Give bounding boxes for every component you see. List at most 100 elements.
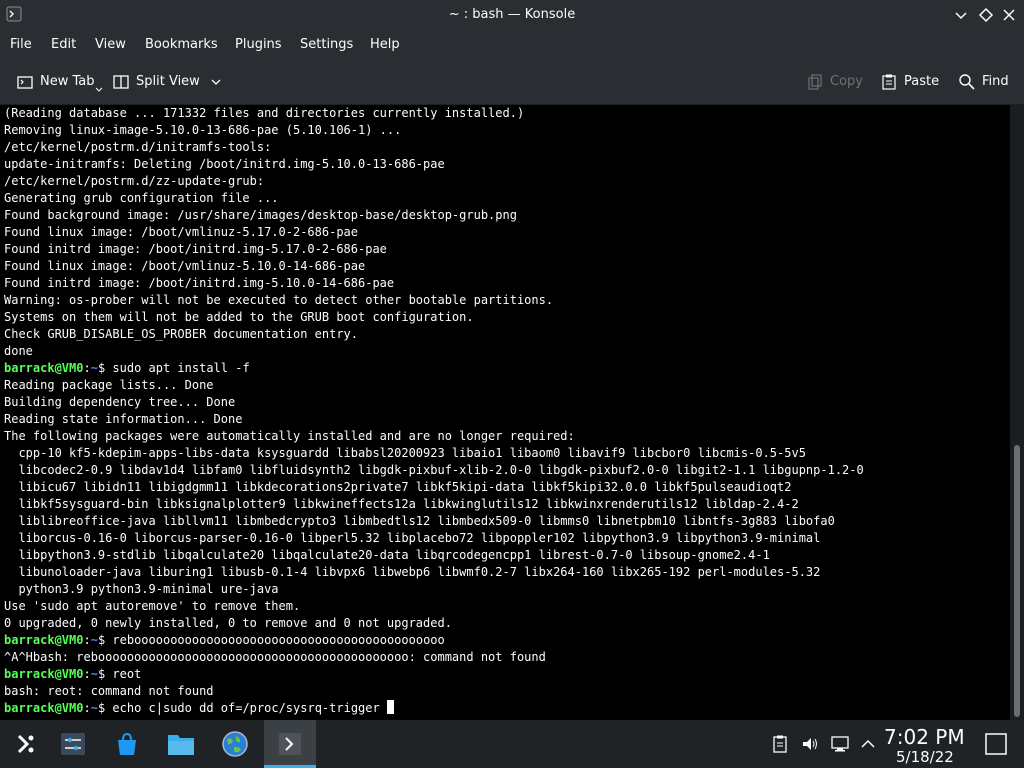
terminal-line-text: Reading package lists... Done (4, 378, 214, 392)
prompt-user: barrack@VM0 (4, 633, 84, 647)
volume-icon[interactable] (800, 734, 820, 754)
terminal-line-text: libunoloader-java liburing1 libusb-0.1-4… (4, 565, 821, 579)
split-view-icon (113, 74, 129, 89)
terminal-line-text: Found linux image: /boot/vmlinuz-5.10.0-… (4, 259, 366, 273)
prompt-colon: : (83, 667, 91, 681)
terminal-line: Reading state information... Done (4, 411, 1010, 428)
terminal-line-text: Found background image: /usr/share/image… (4, 208, 517, 222)
new-tab-label: New Tab (40, 74, 95, 89)
paste-icon (882, 74, 896, 90)
terminal-line-text: 0 upgraded, 0 newly installed, 0 to remo… (4, 616, 452, 630)
terminal-line-text: Generating grub configuration file ... (4, 191, 279, 205)
prompt-user: barrack@VM0 (4, 667, 84, 681)
terminal-line: Systems on them will not be added to the… (4, 309, 1010, 326)
menu-help[interactable]: Help (370, 37, 400, 52)
copy-button[interactable]: Copy (806, 59, 863, 104)
terminal-line-text: Found linux image: /boot/vmlinuz-5.17.0-… (4, 225, 359, 239)
terminal-line-text: sudo apt install -f (105, 361, 250, 375)
minimize-icon[interactable] (951, 5, 971, 25)
web-browser-icon[interactable] (210, 720, 260, 768)
terminal-line-text: reot (105, 667, 142, 681)
terminal-line: update-initramfs: Deleting /boot/initrd.… (4, 156, 1010, 173)
terminal-line: liblibreoffice-java libllvm11 libmbedcry… (4, 513, 1010, 530)
file-manager-icon[interactable] (156, 720, 206, 768)
window-titlebar[interactable]: ~ : bash — Konsole (0, 0, 1024, 30)
terminal-line-text: Reading state information... Done (4, 412, 243, 426)
clipboard-icon[interactable] (770, 734, 790, 754)
find-label: Find (982, 74, 1009, 89)
terminal-line-text: libkf5sysguard-bin libksignalplotter9 li… (4, 497, 799, 511)
terminal-line-text: rebooooooooooooooooooooooooooooooooooooo… (105, 633, 445, 647)
split-view-button[interactable]: Split View (112, 59, 228, 104)
menu-edit[interactable]: Edit (51, 37, 76, 52)
terminal-line-text: Found initrd image: /boot/initrd.img-5.1… (4, 276, 395, 290)
terminal-line-text: ^A^Hbash: rebooooooooooooooooooooooooooo… (4, 650, 546, 664)
terminal-line: Reading package lists... Done (4, 377, 1010, 394)
terminal-line-text: /etc/kernel/postrm.d/initramfs-tools: (4, 140, 272, 154)
search-icon (959, 73, 975, 90)
menu-bookmarks[interactable]: Bookmarks (145, 37, 218, 52)
menu-settings[interactable]: Settings (300, 37, 353, 52)
system-settings-icon[interactable] (48, 720, 98, 768)
prompt-user: barrack@VM0 (4, 701, 84, 715)
prompt-user: barrack@VM0 (4, 361, 84, 375)
terminal-line: The following packages were automaticall… (4, 428, 1010, 445)
terminal-prompt-line: barrack@VM0:~$ echo c|sudo dd of=/proc/s… (4, 700, 1010, 717)
terminal-line: libicu67 libidn11 libigdgmm11 libkdecora… (4, 479, 1010, 496)
terminal-line-text: libcodec2-0.9 libdav1d4 libfam0 libfluid… (4, 463, 864, 477)
menu-file[interactable]: File (10, 37, 32, 52)
terminal-line-text: Found initrd image: /boot/initrd.img-5.1… (4, 242, 387, 256)
clock-time[interactable]: 7:02 PM (884, 725, 965, 749)
menu-plugins[interactable]: Plugins (235, 37, 282, 52)
terminal-line: Found initrd image: /boot/initrd.img-5.1… (4, 275, 1010, 292)
terminal-line-text: Removing linux-image-5.10.0-13-686-pae (… (4, 123, 402, 137)
terminal-line: cpp-10 kf5-kdepim-apps-libs-data ksysgua… (4, 445, 1010, 462)
terminal-line-text: /etc/kernel/postrm.d/zz-update-grub: (4, 174, 265, 188)
clock-date[interactable]: 5/18/22 (896, 748, 954, 766)
chevron-down-icon[interactable] (210, 76, 222, 88)
prompt-path: ~ (90, 361, 98, 375)
terminal-line: Found initrd image: /boot/initrd.img-5.1… (4, 241, 1010, 258)
prompt-colon: : (83, 361, 91, 375)
new-tab-menu-icon (95, 87, 102, 92)
terminal-line: /etc/kernel/postrm.d/initramfs-tools: (4, 139, 1010, 156)
scrollbar-thumb[interactable] (1014, 445, 1020, 717)
show-desktop-icon[interactable] (984, 732, 1008, 756)
terminal-line: libpython3.9-stdlib libqalculate20 libqa… (4, 547, 1010, 564)
terminal-line-text: update-initramfs: Deleting /boot/initrd.… (4, 157, 445, 171)
terminal-scrollbar[interactable] (1010, 105, 1024, 720)
application-launcher-icon[interactable] (0, 720, 50, 768)
new-tab-button[interactable]: New Tab (16, 59, 103, 104)
terminal-line: 0 upgraded, 0 newly installed, 0 to remo… (4, 615, 1010, 632)
terminal-line-text: bash: reot: command not found (4, 684, 214, 698)
prompt-path: ~ (90, 633, 98, 647)
menubar: File Edit View Bookmarks Plugins Setting… (0, 30, 1024, 59)
konsole-task-icon[interactable] (264, 720, 316, 768)
terminal-line-text: Building dependency tree... Done (4, 395, 236, 409)
maximize-icon[interactable] (976, 5, 996, 25)
terminal-line-text: Warning: os-prober will not be executed … (4, 293, 554, 307)
terminal-view[interactable]: (Reading database ... 171332 files and d… (0, 105, 1010, 720)
copy-icon (808, 73, 822, 90)
close-icon[interactable] (999, 5, 1019, 25)
menu-view[interactable]: View (95, 37, 126, 52)
new-tab-icon (17, 75, 33, 89)
terminal-prompt-line: barrack@VM0:~$ reot (4, 666, 1010, 683)
terminal-line: liborcus-0.16-0 liborcus-parser-0.16-0 l… (4, 530, 1010, 547)
terminal-line: bash: reot: command not found (4, 683, 1010, 700)
terminal-line-text: libicu67 libidn11 libigdgmm11 libkdecora… (4, 480, 792, 494)
terminal-line: libcodec2-0.9 libdav1d4 libfam0 libfluid… (4, 462, 1010, 479)
terminal-line-text: (Reading database ... 171332 files and d… (4, 106, 525, 120)
find-button[interactable]: Find (958, 59, 1009, 104)
network-icon[interactable] (830, 734, 850, 754)
discover-store-icon[interactable] (102, 720, 152, 768)
paste-button[interactable]: Paste (880, 59, 939, 104)
terminal-line: ^A^Hbash: rebooooooooooooooooooooooooooo… (4, 649, 1010, 666)
terminal-line: python3.9 python3.9-minimal ure-java (4, 581, 1010, 598)
copy-label: Copy (830, 74, 863, 89)
prompt-colon: : (83, 633, 91, 647)
terminal-line-text: Use 'sudo apt autoremove' to remove them… (4, 599, 301, 613)
terminal-line: libkf5sysguard-bin libksignalplotter9 li… (4, 496, 1010, 513)
expand-tray-icon[interactable] (858, 734, 878, 754)
terminal-line: /etc/kernel/postrm.d/zz-update-grub: (4, 173, 1010, 190)
